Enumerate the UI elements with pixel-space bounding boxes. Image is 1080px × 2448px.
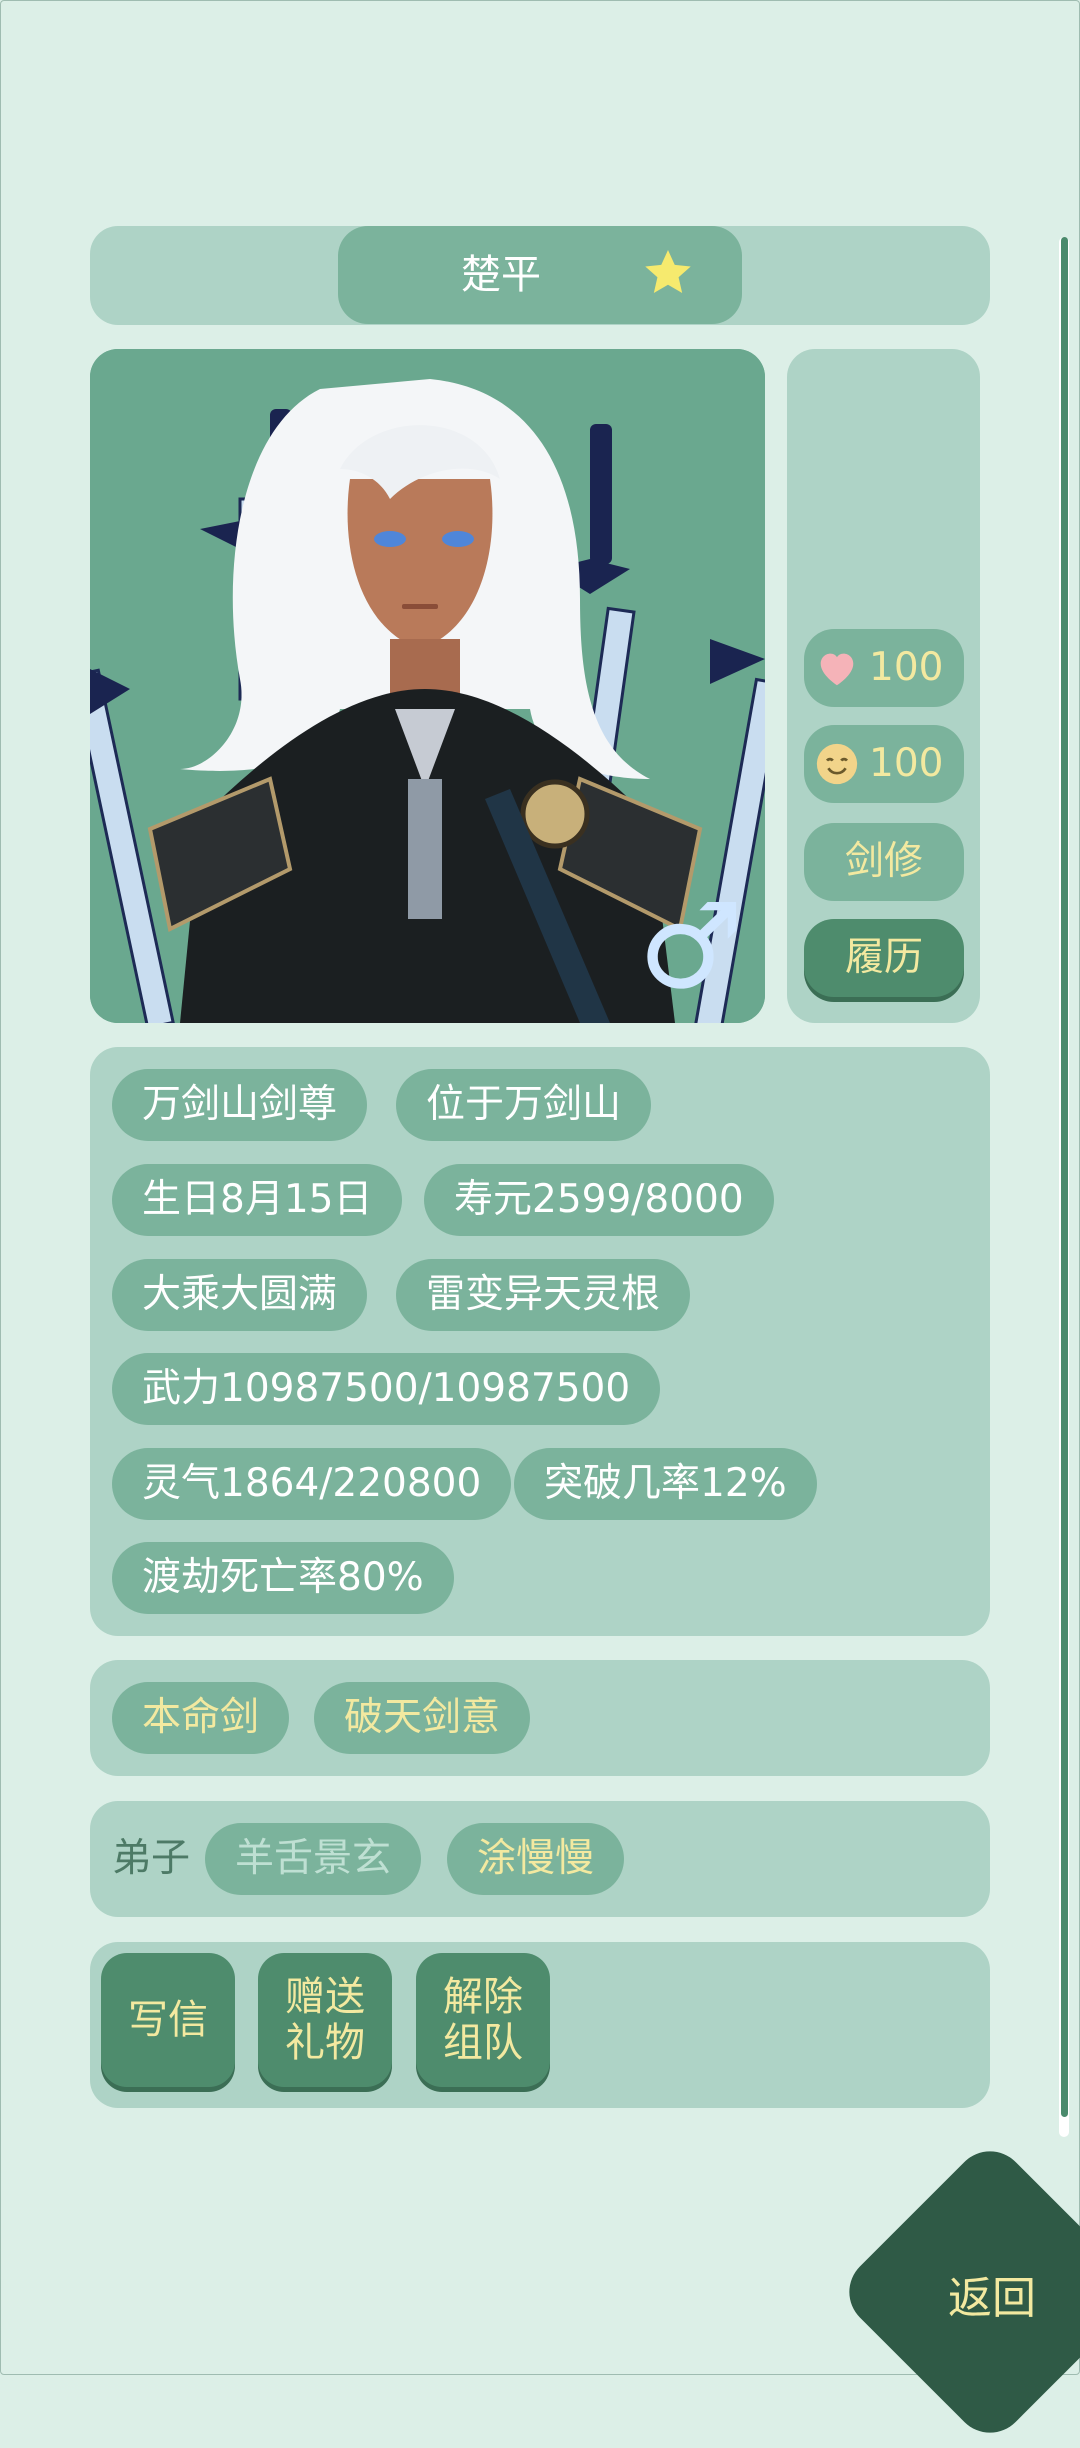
info-tag-power: 武力10987500/10987500 [112,1353,661,1425]
skill-tag[interactable]: 破天剑意 [314,1682,531,1754]
skill-tag[interactable]: 本命剑 [112,1682,290,1754]
star-icon[interactable] [641,246,695,300]
character-name: 楚平 [461,252,541,298]
info-tag-breakthrough: 突破几率12% [514,1448,817,1520]
favor-stat: 100 [804,629,964,707]
info-tag-spirit: 灵气1864/220800 [112,1448,512,1520]
side-stats-panel: 100 100 剑修 履历 [787,349,980,1023]
info-tag-realm: 大乘大圆满 [112,1259,368,1331]
character-portrait: ♂ [90,349,765,1023]
favor-value: 100 [869,645,944,690]
class-tag-button[interactable]: 剑修 [804,823,964,901]
info-tag-lifespan: 寿元2599/8000 [424,1164,774,1236]
info-tag-root: 雷变异天灵根 [396,1259,691,1331]
history-button[interactable]: 履历 [804,919,964,997]
mood-value: 100 [869,741,944,786]
info-tag-birthday: 生日8月15日 [112,1164,403,1236]
info-tag-tribulation: 渡劫死亡率80% [112,1542,454,1614]
info-tag-location: 位于万剑山 [396,1069,652,1141]
name-banner: 楚平 [338,226,742,324]
disband-team-button[interactable]: 解除组队 [416,1953,550,2087]
back-label[interactable]: 返回 [948,2262,1036,2326]
disciple-tag[interactable]: 涂慢慢 [447,1823,625,1895]
mood-stat: 100 [804,725,964,803]
write-letter-button[interactable]: 写信 [101,1953,235,2087]
send-gift-button[interactable]: 赠送礼物 [258,1953,392,2087]
heart-icon [820,653,854,686]
scrollbar-thumb[interactable] [1061,237,1068,2117]
gender-symbol: ♂ [638,877,744,1015]
disciples-label: 弟子 [112,1836,191,1881]
smile-icon [816,743,858,785]
info-tag-title: 万剑山剑尊 [112,1069,368,1141]
disciple-tag[interactable]: 羊舌景玄 [205,1823,422,1895]
